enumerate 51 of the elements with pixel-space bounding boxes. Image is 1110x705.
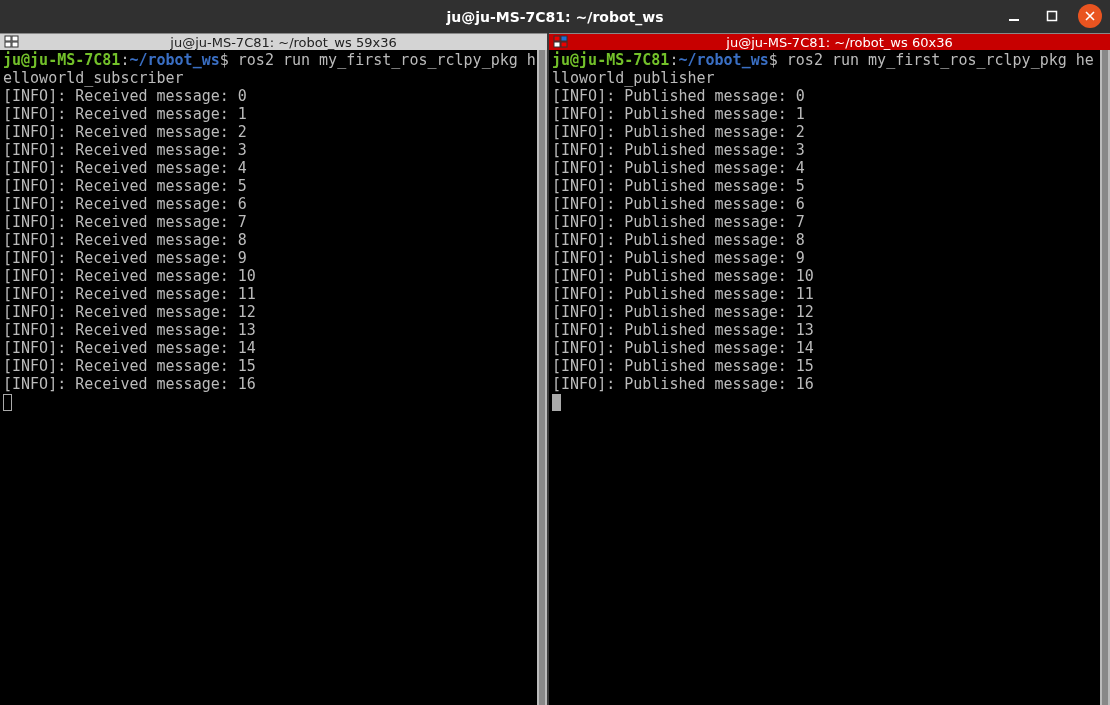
output-line: [INFO]: Received message: 2 [3, 123, 248, 141]
output-line: [INFO]: Received message: 6 [3, 195, 248, 213]
output-line: [INFO]: Received message: 5 [3, 177, 248, 195]
output-line: [INFO]: Published message: 8 [552, 231, 806, 249]
output-line: [INFO]: Received message: 14 [3, 339, 257, 357]
output-line: [INFO]: Received message: 11 [3, 285, 257, 303]
output-line: [INFO]: Published message: 10 [552, 267, 815, 285]
output-line: [INFO]: Received message: 7 [3, 213, 248, 231]
close-button[interactable] [1078, 4, 1102, 28]
grid-icon[interactable] [4, 35, 20, 49]
pane-title: ju@ju-MS-7C81: ~/robot_ws 60x36 [725, 34, 954, 50]
close-icon [1084, 10, 1096, 22]
output-line: [INFO]: Received message: 3 [3, 141, 248, 159]
output-line: [INFO]: Published message: 11 [552, 285, 815, 303]
output-line: [INFO]: Published message: 13 [552, 321, 815, 339]
output-line: [INFO]: Received message: 10 [3, 267, 257, 285]
pane-title-bar[interactable]: ju@ju-MS-7C81: ~/robot_ws 59x36 [0, 33, 547, 50]
output-line: [INFO]: Received message: 13 [3, 321, 257, 339]
output-line: [INFO]: Published message: 9 [552, 249, 806, 267]
output-line: lloworld_publisher [552, 69, 716, 87]
pane-title-bar[interactable]: ju@ju-MS-7C81: ~/robot_ws 60x36 [549, 33, 1110, 50]
grid-icon[interactable] [553, 35, 569, 49]
output-line: [INFO]: Published message: 1 [552, 105, 806, 123]
maximize-icon [1046, 10, 1058, 22]
output-line: [INFO]: Received message: 16 [3, 375, 257, 393]
output-line: [INFO]: Received message: 0 [3, 87, 248, 105]
output-line: elloworld_subscriber [3, 69, 185, 87]
command-line: ju@ju-MS-7C81:~/robot_ws$ ros2 run my_first_ros_rclpy_pkg h [3, 51, 534, 69]
output-line: [INFO]: Received message: 15 [3, 357, 257, 375]
minimize-icon [1009, 19, 1019, 21]
output-line: [INFO]: Published message: 2 [552, 123, 806, 141]
output-line: [INFO]: Received message: 4 [3, 159, 248, 177]
output-line: [INFO]: Received message: 12 [3, 303, 257, 321]
output-line: [INFO]: Published message: 15 [552, 357, 815, 375]
output-line: [INFO]: Published message: 7 [552, 213, 806, 231]
output-line: [INFO]: Received message: 1 [3, 105, 248, 123]
window-title: ju@ju-MS-7C81: ~/robot_ws [446, 8, 664, 25]
output-line: [INFO]: Published message: 5 [552, 177, 806, 195]
output-line: [INFO]: Published message: 14 [552, 339, 815, 357]
output-line: [INFO]: Published message: 16 [552, 375, 815, 393]
pane-title: ju@ju-MS-7C81: ~/robot_ws 59x36 [169, 34, 398, 50]
command-line: ju@ju-MS-7C81:~/robot_ws$ ros2 run my_first_ros_rclpy_pkg he [552, 51, 1095, 69]
scrollbar[interactable] [537, 50, 547, 705]
output-line: [INFO]: Received message: 8 [3, 231, 248, 249]
output-line: [INFO]: Published message: 6 [552, 195, 806, 213]
scrollbar[interactable] [1100, 50, 1110, 705]
output-line: [INFO]: Published message: 0 [552, 87, 806, 105]
output-line: [INFO]: Published message: 12 [552, 303, 815, 321]
output-line: [INFO]: Received message: 9 [3, 249, 248, 267]
output-line: [INFO]: Published message: 3 [552, 141, 806, 159]
output-line: [INFO]: Published message: 4 [552, 159, 806, 177]
